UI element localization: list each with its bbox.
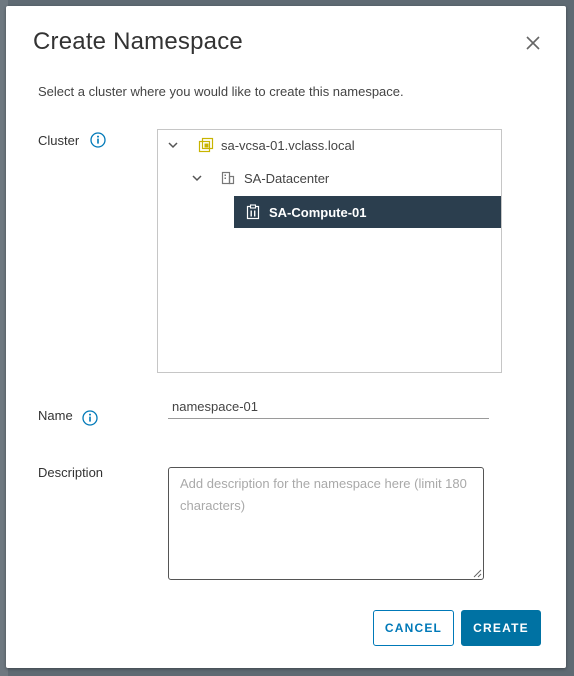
- vcenter-label: sa-vcsa-01.vclass.local: [221, 137, 355, 153]
- close-icon: [526, 36, 540, 50]
- datacenter-label: SA-Datacenter: [244, 170, 330, 186]
- cluster-tree: sa-vcsa-01.vclass.local SA-Datacenter SA…: [157, 129, 502, 373]
- chevron-down-icon[interactable]: [166, 138, 180, 152]
- tree-node-vcenter[interactable]: sa-vcsa-01.vclass.local: [166, 130, 355, 160]
- vcenter-icon: [198, 137, 214, 153]
- name-input[interactable]: [168, 395, 489, 419]
- datacenter-icon: [221, 171, 235, 185]
- cluster-info-icon[interactable]: [90, 132, 106, 148]
- chevron-down-icon[interactable]: [190, 171, 204, 185]
- tree-node-datacenter[interactable]: SA-Datacenter: [190, 163, 329, 193]
- cluster-icon: [246, 204, 260, 220]
- create-namespace-dialog: Create Namespace Select a cluster where …: [6, 6, 566, 668]
- create-button[interactable]: CREATE: [461, 610, 541, 646]
- cluster-label: Cluster: [38, 133, 80, 148]
- close-button[interactable]: [522, 32, 544, 54]
- name-label: Name: [38, 408, 73, 423]
- dialog-subtitle: Select a cluster where you would like to…: [38, 84, 404, 99]
- description-textarea[interactable]: [168, 467, 484, 580]
- name-info-icon[interactable]: [82, 410, 98, 426]
- dialog-title: Create Namespace: [33, 28, 243, 55]
- tree-node-compute-selected[interactable]: SA-Compute-01: [234, 196, 501, 228]
- resize-grip-icon[interactable]: [470, 566, 482, 578]
- description-label: Description: [38, 465, 104, 480]
- compute-label: SA-Compute-01: [269, 204, 367, 220]
- cancel-button[interactable]: CANCEL: [373, 610, 454, 646]
